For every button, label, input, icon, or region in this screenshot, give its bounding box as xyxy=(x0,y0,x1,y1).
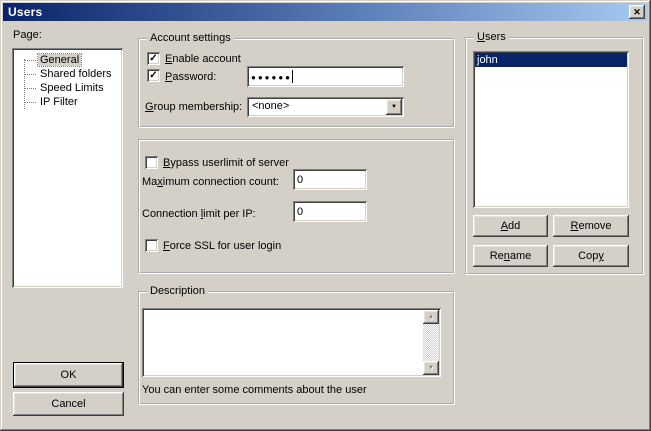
tree-connector xyxy=(24,88,36,89)
list-item-john[interactable]: john xyxy=(475,53,627,67)
max-connections-label: Maximum connection count: xyxy=(142,176,279,188)
description-scrollbar[interactable]: ▲ ▼ xyxy=(423,310,439,375)
copy-button[interactable]: Copy xyxy=(553,245,629,267)
remove-button-label: Remove xyxy=(571,220,612,232)
enable-account-label: Enable account xyxy=(165,53,241,65)
cancel-button[interactable]: Cancel xyxy=(13,392,124,416)
add-button-label: Add xyxy=(501,220,521,232)
ok-button[interactable]: OK xyxy=(13,362,124,388)
users-dialog: Users ✕ Page: General Shared folders Spe… xyxy=(0,0,651,431)
page-label: Page: xyxy=(13,29,42,41)
password-checkbox[interactable]: ✓ xyxy=(147,69,160,82)
scroll-up-icon[interactable]: ▲ xyxy=(423,310,439,324)
description-caption: Description xyxy=(147,285,208,297)
max-connections-input[interactable]: 0 xyxy=(293,169,367,190)
tree-connector xyxy=(24,60,36,61)
bypass-checkbox[interactable] xyxy=(145,156,158,169)
ip-limit-label: Connection limit per IP: xyxy=(142,208,256,220)
rename-button[interactable]: Rename xyxy=(473,245,548,267)
cancel-button-label: Cancel xyxy=(51,398,85,410)
window-title: Users xyxy=(8,5,42,19)
close-button[interactable]: ✕ xyxy=(629,5,645,19)
bypass-label: Bypass userlimit of server xyxy=(163,157,289,169)
tree-item-speed-limits[interactable]: Speed Limits xyxy=(12,81,123,95)
tree-item-label: General xyxy=(38,54,81,66)
password-input[interactable]: ●●●●●● xyxy=(247,66,404,87)
tree-connector xyxy=(24,74,36,75)
ok-button-label: OK xyxy=(61,369,77,381)
tree-connector xyxy=(24,102,36,103)
max-connections-value: 0 xyxy=(297,174,303,186)
remove-button[interactable]: Remove xyxy=(553,215,629,237)
tree-item-ip-filter[interactable]: IP Filter xyxy=(12,95,123,109)
tree-item-label: IP Filter xyxy=(38,96,80,108)
scroll-down-icon[interactable]: ▼ xyxy=(423,361,439,375)
page-tree[interactable]: General Shared folders Speed Limits IP F… xyxy=(12,48,123,288)
enable-account-checkbox[interactable]: ✓ xyxy=(147,52,160,65)
copy-button-label: Copy xyxy=(578,250,604,262)
group-membership-value: <none> xyxy=(252,100,289,112)
tree-item-label: Shared folders xyxy=(38,68,114,80)
tree-item-general[interactable]: General xyxy=(12,53,123,67)
password-masked-value: ●●●●●● xyxy=(251,73,292,82)
users-list[interactable]: john xyxy=(473,51,629,208)
account-settings-caption: Account settings xyxy=(147,32,234,44)
users-caption: Users xyxy=(474,31,509,43)
tree-item-shared-folders[interactable]: Shared folders xyxy=(12,67,123,81)
titlebar[interactable]: Users xyxy=(3,3,648,21)
description-input[interactable]: ▲ ▼ xyxy=(142,308,441,377)
description-hint: You can enter some comments about the us… xyxy=(142,384,367,396)
chevron-down-icon: ▼ xyxy=(391,104,397,110)
password-label: Password: xyxy=(165,71,216,83)
ip-limit-value: 0 xyxy=(297,206,303,218)
group-membership-label: Group membership: xyxy=(145,101,242,113)
force-ssl-checkbox[interactable] xyxy=(145,239,158,252)
tree-item-label: Speed Limits xyxy=(38,82,106,94)
group-membership-select[interactable]: <none> ▼ xyxy=(247,97,404,117)
text-caret xyxy=(292,70,293,83)
force-ssl-label: Force SSL for user login xyxy=(163,240,281,252)
close-icon: ✕ xyxy=(633,8,641,17)
ip-limit-input[interactable]: 0 xyxy=(293,201,367,222)
add-button[interactable]: Add xyxy=(473,215,548,237)
rename-button-label: Rename xyxy=(490,250,532,262)
dropdown-button[interactable]: ▼ xyxy=(386,99,402,115)
